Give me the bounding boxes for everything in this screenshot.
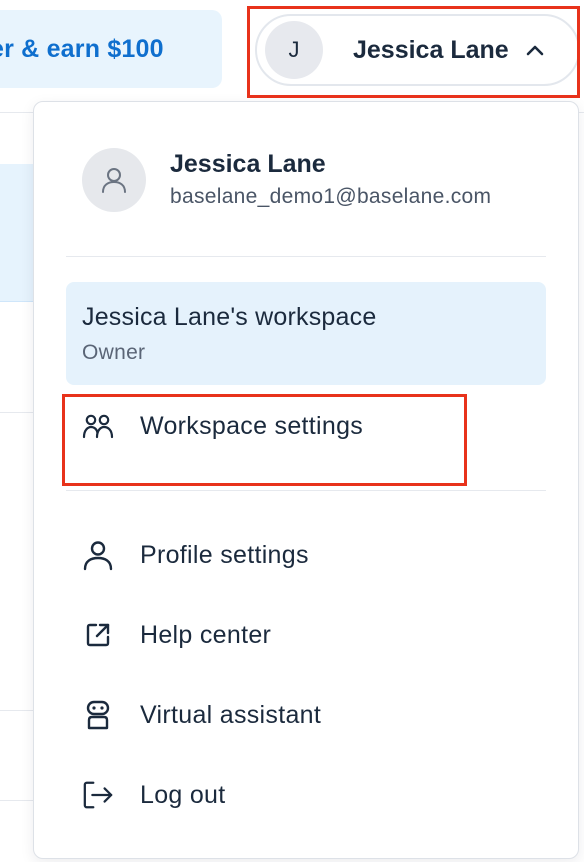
- person-icon: [82, 539, 114, 571]
- menu-divider: [66, 490, 546, 491]
- menu-item-workspace-settings[interactable]: Workspace settings: [82, 410, 363, 442]
- menu-item-label: Help center: [140, 620, 272, 649]
- people-icon: [82, 410, 114, 442]
- menu-divider: [66, 256, 546, 257]
- avatar-initial: J: [288, 37, 300, 62]
- background-divider: [0, 412, 34, 413]
- workspace-name: Jessica Lane's workspace: [82, 303, 377, 331]
- avatar: [82, 148, 146, 212]
- menu-user-header: Jessica Lane baselane_demo1@baselane.com: [82, 148, 491, 212]
- refer-earn-banner[interactable]: er & earn $100: [0, 10, 222, 88]
- user-dropdown-menu: Jessica Lane baselane_demo1@baselane.com…: [33, 101, 579, 859]
- workspace-role: Owner: [82, 341, 146, 364]
- user-name: Jessica Lane: [353, 35, 509, 64]
- menu-item-label: Profile settings: [140, 540, 309, 569]
- external-link-icon: [82, 619, 114, 651]
- avatar: J: [265, 21, 323, 79]
- menu-item-label: Log out: [140, 780, 226, 809]
- logout-icon: [82, 779, 114, 811]
- menu-user-email: baselane_demo1@baselane.com: [170, 185, 492, 208]
- menu-item-label: Workspace settings: [140, 411, 364, 440]
- menu-item-virtual-assistant[interactable]: Virtual assistant: [82, 699, 321, 731]
- menu-item-help-center[interactable]: Help center: [82, 619, 271, 651]
- menu-item-label: Virtual assistant: [140, 700, 322, 729]
- refer-earn-text: er & earn $100: [0, 34, 164, 63]
- menu-user-name: Jessica Lane: [170, 150, 326, 178]
- menu-item-profile-settings[interactable]: Profile settings: [82, 539, 309, 571]
- background-divider: [0, 710, 34, 711]
- menu-item-log-out[interactable]: Log out: [82, 779, 226, 811]
- person-icon: [102, 168, 126, 193]
- workspace-card[interactable]: Jessica Lane's workspace Owner: [66, 282, 546, 385]
- chevron-up-icon: [526, 45, 543, 56]
- robot-icon: [82, 699, 114, 731]
- background-divider: [0, 800, 34, 801]
- user-menu-button[interactable]: J Jessica Lane: [255, 14, 580, 86]
- background-highlight-row: [0, 164, 34, 302]
